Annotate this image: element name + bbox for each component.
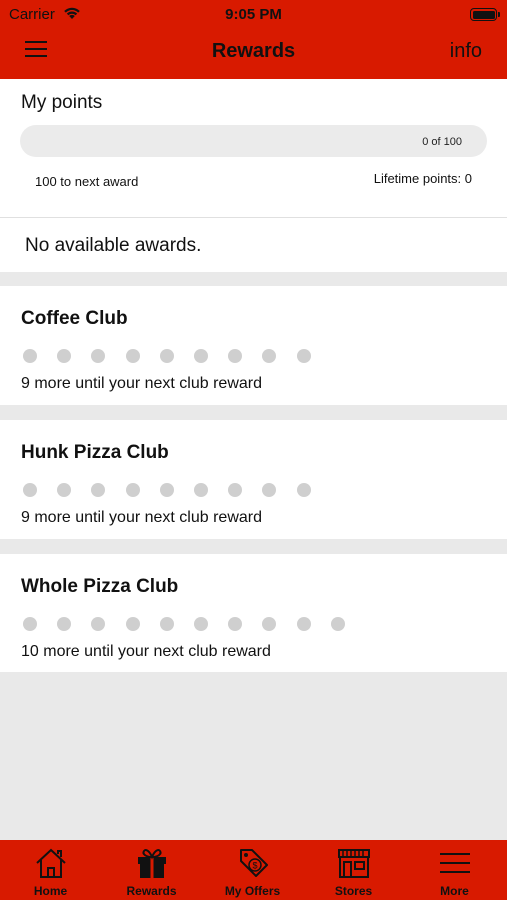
- menu-icon: [439, 853, 470, 873]
- club-progress-dot: [125, 349, 140, 363]
- club-progress-dot: [262, 349, 277, 363]
- info-button[interactable]: info: [450, 40, 482, 63]
- club-progress-dot: [262, 483, 277, 497]
- points-progress-bar: 0 of 100: [20, 125, 487, 157]
- price-tag-icon: $: [239, 849, 268, 877]
- club-message: 9 more until your next club reward: [21, 375, 262, 392]
- tab-my-offers[interactable]: $ My Offers: [202, 840, 303, 900]
- club-progress-dot: [57, 617, 72, 631]
- club-progress-dot: [296, 483, 311, 497]
- club-title: Whole Pizza Club: [21, 576, 179, 597]
- club-progress-dot: [194, 349, 208, 363]
- club-card-hunk-pizza[interactable]: Hunk Pizza Club 9 more until your next c…: [0, 420, 507, 539]
- club-progress-dot: [91, 617, 106, 631]
- club-progress-dot: [23, 349, 37, 363]
- club-progress-dot: [228, 617, 243, 631]
- club-card-coffee[interactable]: Coffee Club 9 more until your next club …: [0, 286, 507, 405]
- available-awards-text: No available awards.: [25, 235, 202, 256]
- status-bar: Carrier 9:05 PM: [0, 4, 507, 24]
- club-progress-dot: [296, 617, 311, 631]
- tab-rewards-label: Rewards: [126, 884, 177, 898]
- tab-more[interactable]: More: [404, 840, 505, 900]
- club-progress-dot: [262, 617, 277, 631]
- club-title: Coffee Club: [21, 308, 128, 329]
- available-awards-card: No available awards.: [0, 218, 507, 272]
- club-title: Hunk Pizza Club: [21, 442, 169, 463]
- club-progress-dot: [91, 349, 106, 363]
- next-award-text: 100 to next award: [35, 174, 139, 189]
- tab-home[interactable]: Home: [0, 840, 101, 900]
- lifetime-points-text: Lifetime points: 0: [373, 171, 472, 186]
- page-title: Rewards: [211, 40, 296, 62]
- club-progress-dot: [57, 483, 72, 497]
- club-progress-dot: [91, 483, 106, 497]
- header: Carrier 9:05 PM Rewards info: [0, 0, 507, 79]
- club-progress-dot: [159, 617, 174, 631]
- club-progress-dot: [125, 483, 140, 497]
- club-progress-dot: [228, 483, 243, 497]
- club-progress-dot: [330, 617, 345, 631]
- battery-icon: [470, 8, 500, 21]
- navigation-bar: Rewards info: [0, 33, 507, 73]
- tab-rewards[interactable]: Rewards: [101, 840, 202, 900]
- club-message: 9 more until your next club reward: [21, 509, 262, 526]
- tab-my-offers-label: My Offers: [224, 884, 281, 898]
- tab-home-label: Home: [33, 884, 68, 898]
- club-progress-dot: [57, 349, 72, 363]
- club-progress-dot: [125, 617, 140, 631]
- svg-text:$: $: [252, 861, 257, 871]
- clock: 9:05 PM: [225, 6, 282, 23]
- tab-more-label: More: [440, 884, 469, 898]
- my-points-card: My points 0 of 100 100 to next award Lif…: [0, 79, 507, 218]
- club-progress-dot: [228, 349, 243, 363]
- tab-bar: Home Rewards $ My Offers Stores More: [0, 840, 507, 900]
- home-icon: [35, 848, 66, 878]
- club-progress-dot: [159, 483, 174, 497]
- tab-stores-label: Stores: [334, 884, 373, 898]
- club-progress-dot: [23, 617, 37, 631]
- club-progress-dot: [159, 349, 174, 363]
- club-card-whole-pizza[interactable]: Whole Pizza Club 10 more until your next…: [0, 554, 507, 672]
- tab-stores[interactable]: Stores: [303, 840, 404, 900]
- club-progress-dot: [194, 483, 208, 497]
- points-progress-text: 0 of 100: [422, 136, 462, 148]
- club-progress-dot: [296, 349, 311, 363]
- club-progress-dot: [194, 617, 208, 631]
- club-message: 10 more until your next club reward: [21, 643, 271, 660]
- club-progress-dot: [23, 483, 37, 497]
- store-icon: [337, 849, 370, 878]
- my-points-title: My points: [21, 92, 103, 113]
- gift-icon: [137, 848, 166, 878]
